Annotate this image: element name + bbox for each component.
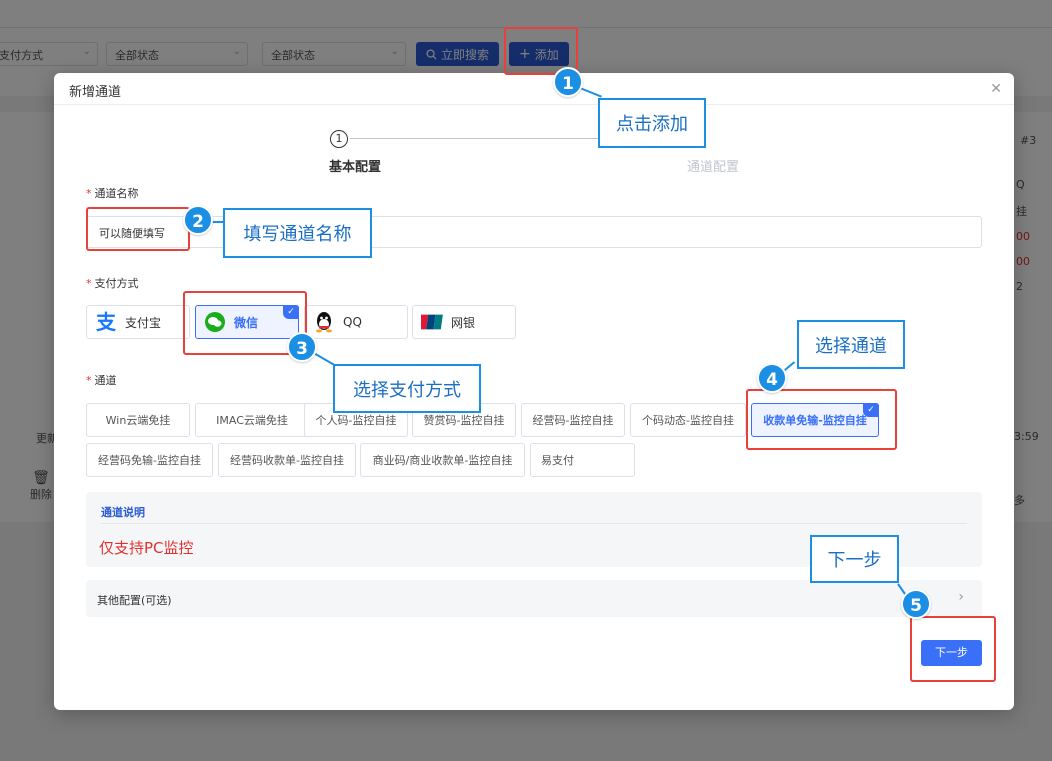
channel-option[interactable]: 个码动态-监控自挂: [630, 403, 746, 437]
new-channel-modal: 新增通道 ✕ 1 2 基本配置 通道配置 *通道名称 可以随便填写 *支付方式 …: [54, 73, 1014, 710]
check-icon: ✓: [863, 403, 879, 417]
description-text: 仅支持PC监控: [99, 539, 194, 557]
modal-title: 新增通道: [69, 85, 122, 100]
channel-option[interactable]: 经营码-监控自挂: [521, 403, 625, 437]
other-config-collapse[interactable]: 其他配置(可选) ›: [86, 580, 982, 617]
step-number-badge: 1: [553, 67, 583, 97]
channel-option[interactable]: Win云端免挂: [86, 403, 190, 437]
callout-label: 点击添加: [598, 98, 706, 148]
description-title: 通道说明: [101, 506, 145, 519]
pay-method-label: * 支付方式: [86, 277, 139, 290]
channel-option[interactable]: 易支付: [530, 443, 635, 477]
other-config-label: 其他配置(可选): [97, 594, 172, 607]
step-1-label: 基本配置: [329, 160, 382, 175]
divider: [101, 523, 967, 524]
step-number-badge: 3: [287, 332, 317, 362]
step-1-indicator: 1: [330, 130, 348, 148]
pay-option-qq[interactable]: QQ: [304, 305, 408, 339]
pay-option-label: 网银: [451, 315, 476, 330]
callout-label: 选择通道: [797, 320, 905, 369]
qq-icon: [313, 311, 335, 333]
chevron-right-icon: ›: [958, 589, 964, 605]
callout-label: 选择支付方式: [333, 364, 481, 413]
step-number-badge: 2: [183, 205, 213, 235]
pay-option-unionpay[interactable]: 网银: [412, 305, 516, 339]
channel-option[interactable]: IMAC云端免挂: [195, 403, 309, 437]
modal-header: 新增通道 ✕: [54, 73, 1014, 105]
close-icon[interactable]: ✕: [990, 81, 1002, 97]
pay-option-label: 支付宝: [125, 315, 162, 330]
next-step-button[interactable]: 下一步: [921, 640, 982, 666]
channel-name-label: * 通道名称: [86, 187, 139, 200]
channel-option[interactable]: 商业码/商业收款单-监控自挂: [360, 443, 525, 477]
pay-option-alipay[interactable]: 支 支付宝: [86, 305, 190, 339]
channel-option-selected[interactable]: 收款单免输-监控自挂 ✓: [751, 403, 879, 437]
check-icon: ✓: [283, 305, 299, 319]
pay-option-wechat[interactable]: 微信 ✓: [195, 305, 299, 339]
alipay-icon: 支: [95, 311, 117, 333]
channel-option-label: 收款单免输-监控自挂: [763, 414, 867, 427]
callout-label: 填写通道名称: [223, 208, 372, 258]
channel-option[interactable]: 经营码收款单-监控自挂: [218, 443, 356, 477]
pay-option-label: 微信: [234, 315, 259, 330]
svg-text:支: 支: [96, 311, 117, 333]
step-number-badge: 5: [901, 589, 931, 619]
pay-option-label: QQ: [343, 315, 362, 329]
wechat-icon: [204, 311, 226, 333]
channel-option[interactable]: 经营码免输-监控自挂: [86, 443, 213, 477]
step-number-badge: 4: [757, 363, 787, 393]
step-2-label: 通道配置: [687, 160, 740, 175]
channel-label: * 通道: [86, 374, 117, 387]
unionpay-icon: [421, 311, 443, 333]
callout-label: 下一步: [810, 535, 899, 583]
